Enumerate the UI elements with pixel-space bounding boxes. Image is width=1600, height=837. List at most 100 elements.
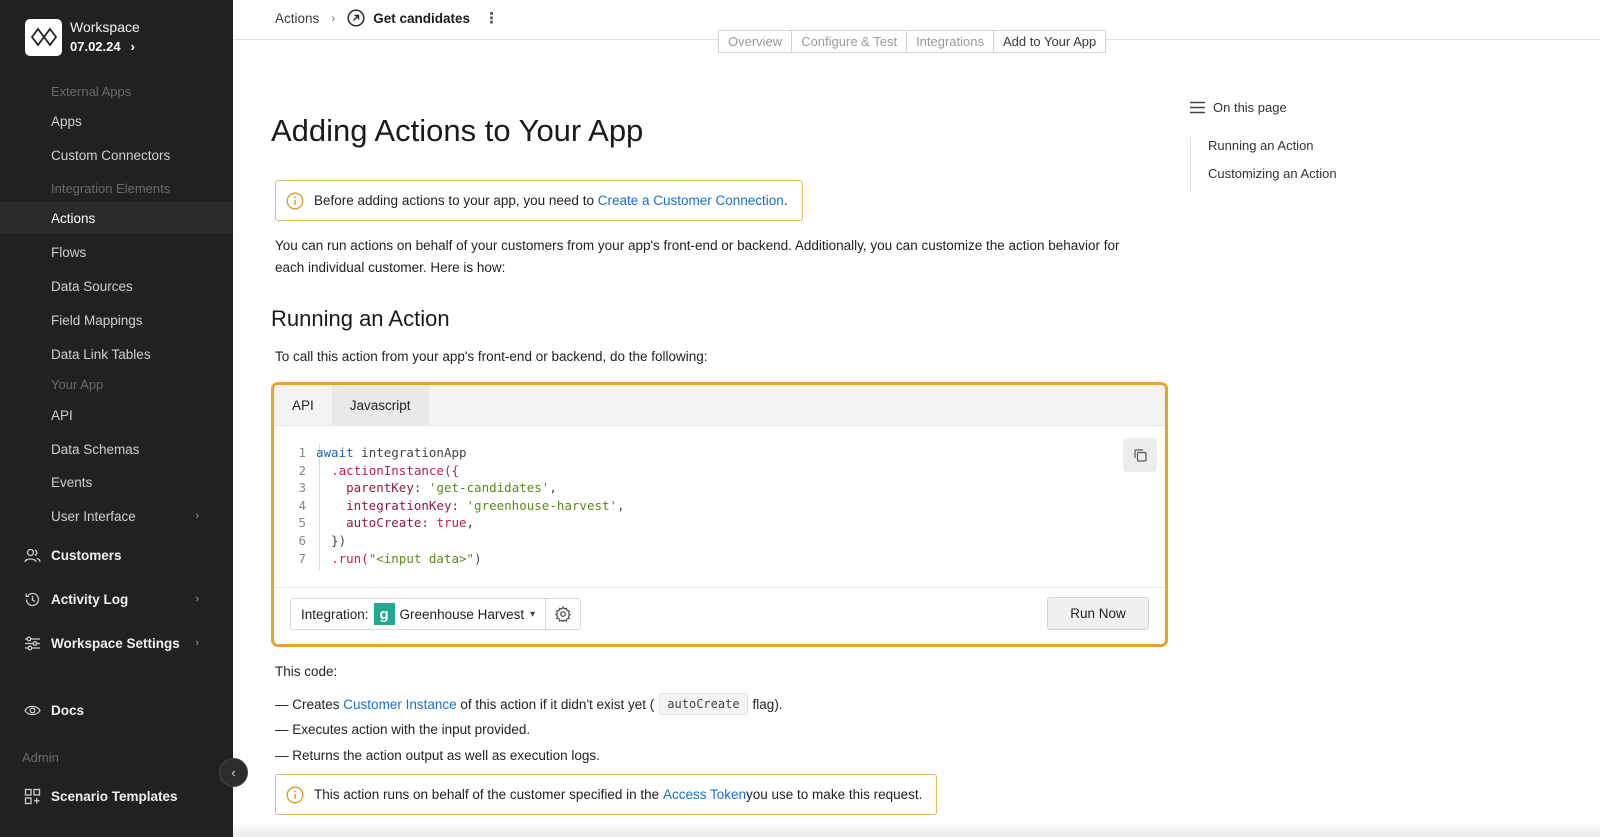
menu-icon bbox=[1190, 101, 1205, 114]
action-arrow-icon bbox=[347, 9, 365, 27]
code-snippet-card: API Javascript 1 await integrationApp 2 .… bbox=[271, 382, 1168, 647]
code-tab-api[interactable]: API bbox=[274, 385, 332, 425]
chevron-right-icon: › bbox=[195, 593, 199, 605]
access-token-link[interactable]: Access Token bbox=[663, 787, 746, 802]
sidebar-item-api[interactable]: API bbox=[0, 399, 233, 431]
inline-code: autoCreate bbox=[659, 693, 748, 715]
sidebar-item-label: Docs bbox=[51, 702, 85, 718]
grid-add-icon bbox=[24, 788, 41, 805]
sidebar: Workspace 07.02.24 › External Apps Apps C… bbox=[0, 0, 233, 837]
chevron-left-icon: ‹ bbox=[231, 765, 236, 780]
toc-list: Running an Action Customizing an Action bbox=[1190, 137, 1370, 193]
access-token-callout: This action runs on behalf of the custom… bbox=[275, 774, 938, 815]
section-your-app: Your App bbox=[51, 377, 104, 392]
more-vertical-icon[interactable]: ⋮ bbox=[484, 9, 499, 27]
table-of-contents: On this page Running an Action Customizi… bbox=[1190, 100, 1337, 193]
sidebar-item-label: User Interface bbox=[51, 508, 136, 524]
integration-value: Greenhouse Harvest bbox=[399, 606, 525, 622]
code-token: .actionInstance({ bbox=[331, 462, 459, 478]
info-icon bbox=[286, 786, 304, 803]
list-item: — Executes action with the input provide… bbox=[275, 722, 531, 737]
tab-add-to-your-app[interactable]: Add to Your App bbox=[994, 31, 1105, 52]
intro-line-1: You can run actions on behalf of your cu… bbox=[275, 238, 1120, 253]
list-text: — Creates bbox=[275, 696, 340, 712]
list-item: — Creates Customer Instance of this acti… bbox=[275, 693, 783, 715]
list-text: flag). bbox=[752, 696, 783, 712]
collapse-sidebar-button[interactable]: ‹ bbox=[219, 758, 248, 787]
code-token: .run( bbox=[331, 550, 369, 566]
workspace-switcher[interactable]: Workspace 07.02.24 › bbox=[25, 18, 140, 56]
copy-icon bbox=[1133, 448, 1147, 462]
chevron-right-icon: › bbox=[195, 510, 199, 522]
intro-line-2: each individual customer. Here is how: bbox=[275, 260, 506, 275]
callout-text: This action runs on behalf of the custom… bbox=[314, 787, 660, 802]
sliders-icon bbox=[25, 636, 40, 651]
section-title-running-action: Running an Action bbox=[271, 306, 450, 331]
customer-instance-link[interactable]: Customer Instance bbox=[343, 697, 456, 712]
sidebar-item-label: Scenario Templates bbox=[51, 788, 178, 804]
breadcrumb-current: Get candidates bbox=[373, 10, 471, 26]
section-external-apps: External Apps bbox=[51, 84, 132, 99]
code-editor[interactable]: 1 await integrationApp 2 .actionInstance(… bbox=[274, 426, 1165, 588]
chevron-down-icon: ▾ bbox=[530, 608, 536, 620]
integration-selector: Integration: g Greenhouse Harvest ▾ bbox=[290, 598, 582, 630]
greenhouse-logo-icon: g bbox=[373, 603, 395, 625]
code-token: }) bbox=[331, 532, 347, 548]
sidebar-item-field-mappings[interactable]: Field Mappings bbox=[0, 304, 233, 336]
sidebar-item-scenario-templates[interactable]: Scenario Templates bbox=[0, 780, 233, 812]
sidebar-item-label: Activity Log bbox=[51, 591, 129, 607]
page-tabs: Overview Configure & Test Integrations A… bbox=[718, 30, 1107, 53]
sidebar-item-label: Workspace Settings bbox=[51, 635, 180, 651]
code-tab-javascript[interactable]: Javascript bbox=[331, 385, 429, 425]
tab-configure-test[interactable]: Configure & Test bbox=[792, 31, 908, 52]
copy-code-button[interactable] bbox=[1123, 438, 1157, 472]
sidebar-item-activity-log[interactable]: Activity Log › bbox=[0, 583, 233, 615]
sidebar-item-data-link-tables[interactable]: Data Link Tables bbox=[0, 338, 233, 370]
sidebar-item-workspace-settings[interactable]: Workspace Settings › bbox=[0, 627, 233, 659]
list-item: — Returns the action output as well as e… bbox=[275, 748, 600, 763]
code-token: integrationApp bbox=[353, 445, 467, 460]
section-integration-elements: Integration Elements bbox=[51, 181, 171, 196]
code-token: 'greenhouse-harvest' bbox=[466, 497, 618, 513]
history-icon bbox=[25, 592, 40, 607]
sidebar-item-custom-connectors[interactable]: Custom Connectors bbox=[0, 139, 233, 171]
sidebar-item-data-schemas[interactable]: Data Schemas bbox=[0, 433, 233, 465]
code-footer: Integration: g Greenhouse Harvest ▾ Run … bbox=[274, 588, 1165, 643]
sidebar-item-data-sources[interactable]: Data Sources bbox=[0, 270, 233, 302]
toc-link-running-action[interactable]: Running an Action bbox=[1208, 137, 1370, 165]
create-customer-connection-link[interactable]: Create a Customer Connection bbox=[598, 193, 784, 208]
code-token: autoCreate: bbox=[346, 515, 429, 531]
sidebar-item-actions[interactable]: Actions bbox=[0, 202, 233, 234]
breadcrumb-actions-link[interactable]: Actions bbox=[275, 11, 319, 26]
tab-overview[interactable]: Overview bbox=[719, 31, 793, 52]
integration-dropdown[interactable]: Integration: g Greenhouse Harvest ▾ bbox=[291, 599, 547, 629]
code-tabs: API Javascript bbox=[274, 385, 1165, 426]
sidebar-item-docs[interactable]: Docs bbox=[0, 694, 233, 726]
info-icon bbox=[286, 192, 304, 209]
code-token: parentKey: bbox=[346, 480, 422, 496]
sidebar-item-events[interactable]: Events bbox=[0, 466, 233, 498]
sidebar-item-customers[interactable]: Customers bbox=[0, 539, 233, 571]
code-token: true bbox=[436, 515, 467, 531]
run-now-button[interactable]: Run Now bbox=[1047, 597, 1149, 630]
toc-link-customizing-action[interactable]: Customizing an Action bbox=[1208, 165, 1370, 193]
toc-title: On this page bbox=[1213, 100, 1287, 115]
sidebar-item-flows[interactable]: Flows bbox=[0, 236, 233, 268]
callout-text-after: you use to make this request. bbox=[746, 787, 923, 802]
code-token: "<input data>" bbox=[368, 550, 475, 566]
code-token: ) bbox=[474, 550, 482, 566]
code-token: integrationKey: bbox=[346, 497, 459, 513]
integration-settings-button[interactable] bbox=[546, 599, 580, 629]
gear-icon bbox=[555, 606, 571, 622]
chevron-right-icon: › bbox=[130, 39, 135, 54]
code-lines: 1 await integrationApp 2 .actionInstance(… bbox=[298, 445, 625, 566]
sidebar-item-user-interface[interactable]: User Interface › bbox=[0, 500, 233, 532]
prerequisite-callout: Before adding actions to your app, you n… bbox=[275, 180, 803, 221]
callout-period: . bbox=[783, 193, 788, 208]
code-token: 'get-candidates' bbox=[428, 480, 550, 496]
tab-integrations[interactable]: Integrations bbox=[907, 31, 994, 52]
eye-icon bbox=[24, 705, 41, 716]
sidebar-item-apps[interactable]: Apps bbox=[0, 105, 233, 137]
page-title: Adding Actions to Your App bbox=[271, 113, 644, 148]
breadcrumb: Actions › Get candidates ⋮ bbox=[275, 9, 499, 27]
